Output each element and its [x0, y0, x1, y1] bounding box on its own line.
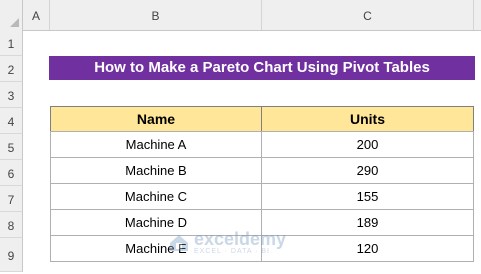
table-cell-name[interactable]: Machine A [50, 131, 262, 158]
select-all-button[interactable] [0, 0, 23, 30]
table-cell-units[interactable]: 189 [261, 209, 474, 236]
row-header-1[interactable]: 1 [0, 30, 23, 56]
table-header-name[interactable]: Name [50, 106, 262, 132]
column-header-b[interactable]: B [50, 0, 262, 30]
table-cell-units[interactable]: 290 [261, 157, 474, 184]
table-cell-units[interactable]: 120 [261, 235, 474, 262]
row-header-6[interactable]: 6 [0, 160, 23, 186]
select-all-icon [10, 18, 19, 27]
table-cell-name[interactable]: Machine E [50, 235, 262, 262]
row-header-3[interactable]: 3 [0, 82, 23, 108]
column-header-a[interactable]: A [23, 0, 50, 30]
sheet-title[interactable]: How to Make a Pareto Chart Using Pivot T… [49, 56, 475, 80]
table-cell-name[interactable]: Machine C [50, 183, 262, 210]
table-cell-name[interactable]: Machine D [50, 209, 262, 236]
row-header-8[interactable]: 8 [0, 212, 23, 238]
row-header-5[interactable]: 5 [0, 134, 23, 160]
table-cell-units[interactable]: 155 [261, 183, 474, 210]
row-header-9[interactable]: 9 [0, 238, 23, 272]
row-header-4[interactable]: 4 [0, 108, 23, 134]
column-header-row: A B C [0, 0, 481, 31]
table-header-units[interactable]: Units [261, 106, 474, 132]
table-cell-name[interactable]: Machine B [50, 157, 262, 184]
row-header-2[interactable]: 2 [0, 56, 23, 82]
table-cell-units[interactable]: 200 [261, 131, 474, 158]
column-header-c[interactable]: C [262, 0, 474, 30]
row-header-7[interactable]: 7 [0, 186, 23, 212]
